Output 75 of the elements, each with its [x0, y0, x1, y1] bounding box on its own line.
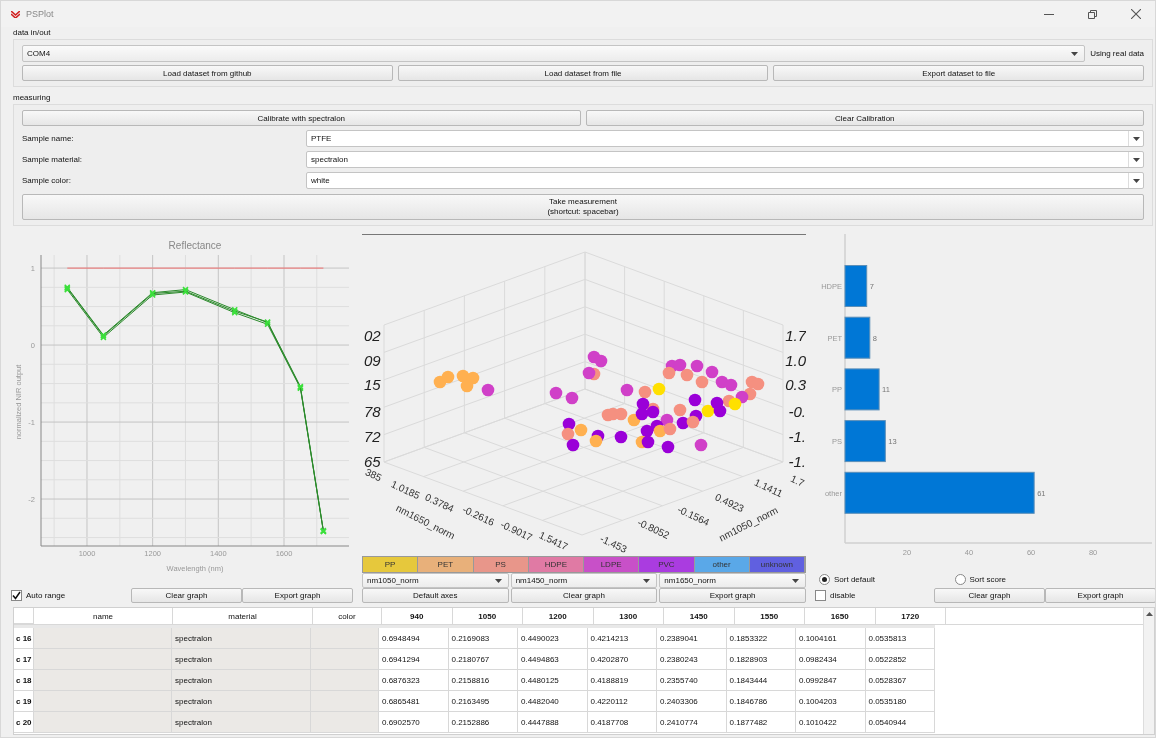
axis-tick-label: 15 — [364, 376, 381, 393]
table-cell: 0.4188819 — [587, 670, 657, 691]
window-title: PSPlot — [26, 9, 54, 19]
legend-chip: PVC — [639, 557, 695, 572]
axis-tick-label: 1.0 — [785, 352, 806, 369]
table-cell: spectralon — [172, 628, 311, 649]
table-cell: 0.2380243 — [657, 649, 727, 670]
table-cell: 0.4447888 — [518, 712, 588, 733]
table-cell: 0.1010422 — [796, 712, 866, 733]
table-cell: 0.4482040 — [518, 691, 588, 712]
table-cell: 0.2410774 — [657, 712, 727, 733]
table-cell: 0.0528367 — [865, 670, 935, 691]
axis-tick-label: 02 — [364, 327, 381, 344]
table-cell: spectralon — [172, 691, 311, 712]
table-cell: 0.1877482 — [726, 712, 796, 733]
table-cell: 0.2180767 — [448, 649, 518, 670]
group-title: data in/out — [13, 28, 51, 37]
axis-tick-label: 0.3 — [785, 376, 806, 393]
legend-chip: PP — [363, 557, 419, 572]
axis-tick-label: 78 — [364, 403, 381, 420]
axis-tick-label: 1.7 — [788, 472, 806, 489]
table-cell: 0.0535180 — [865, 691, 935, 712]
table-cell: 0.0522852 — [865, 649, 935, 670]
table-cell: 0.4187708 — [587, 712, 657, 733]
table-cell: 0.4220112 — [587, 691, 657, 712]
axis-tick-label: 72 — [364, 428, 381, 445]
table-cell: 0.0540944 — [865, 712, 935, 733]
table-cell: 0.4490023 — [518, 628, 588, 649]
axis-tick-label: -1. — [788, 453, 806, 470]
table-cell: 0.2158816 — [448, 670, 518, 691]
field-label: Sample material: — [22, 155, 84, 164]
legend-chip: other — [694, 557, 750, 572]
field-label: Sample name: — [22, 134, 75, 143]
table-cell: 0.6902570 — [379, 712, 449, 733]
legend-chip: HDPE — [528, 557, 584, 572]
table-cell: 0.4202870 — [587, 649, 657, 670]
table-cell: 0.2389041 — [657, 628, 727, 649]
chart-title: Reflectance — [168, 240, 222, 251]
table-cell: 0.6948494 — [379, 628, 449, 649]
table-cell: 0.1846786 — [726, 691, 796, 712]
table-cell: 0.4494863 — [518, 649, 588, 670]
data-source-label: Using real data — [1090, 49, 1144, 58]
field-label: Sample color: — [22, 176, 72, 185]
table-cell: 0.0535813 — [865, 628, 935, 649]
table-cell: spectralon — [172, 649, 311, 670]
legend-chip: unknown — [749, 557, 805, 572]
table-cell: 0.2152886 — [448, 712, 518, 733]
table-cell: 0.6876323 — [379, 670, 449, 691]
table-cell: 0.4480125 — [518, 670, 588, 691]
table-cell: 0.1004203 — [796, 691, 866, 712]
axis-tick-label: 1.7 — [785, 327, 806, 344]
table-cell: 0.1828903 — [726, 649, 796, 670]
table-cell: 0.4214213 — [587, 628, 657, 649]
axis-tick-label: 1.5417 — [537, 529, 570, 553]
table-cell: spectralon — [172, 670, 311, 691]
axis-tick-label: -1.453 — [598, 532, 629, 554]
table-cell: 0.6865481 — [379, 691, 449, 712]
legend-chip: LDPE — [584, 557, 640, 572]
table-cell: spectralon — [172, 712, 311, 733]
axis-tick-label: -1. — [788, 428, 806, 445]
table-cell: 0.1004161 — [796, 628, 866, 649]
axis-tick-label: 09 — [364, 352, 381, 369]
table-cell: 0.0992847 — [796, 670, 866, 691]
group-title: measuring — [13, 93, 51, 102]
table-cell: 0.2355740 — [657, 670, 727, 691]
table-cell: 0.1853322 — [726, 628, 796, 649]
table-cell: 0.0982434 — [796, 649, 866, 670]
legend-chip: PET — [418, 557, 474, 572]
axis-tick-label: -0. — [788, 403, 806, 420]
table-cell: 0.6941294 — [379, 649, 449, 670]
table-cell: 0.2163495 — [448, 691, 518, 712]
table-cell: 0.2403306 — [657, 691, 727, 712]
legend-chip: PS — [473, 557, 529, 572]
table-cell: 0.1843444 — [726, 670, 796, 691]
table-cell: 0.2169083 — [448, 628, 518, 649]
